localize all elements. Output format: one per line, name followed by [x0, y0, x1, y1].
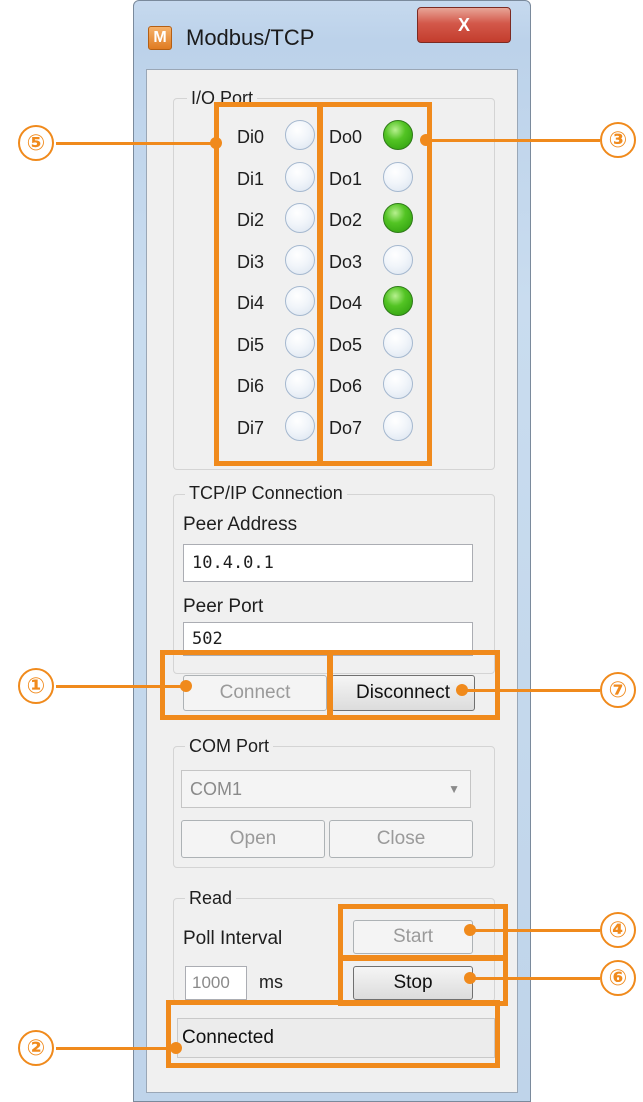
chevron-down-icon[interactable]: ▼: [448, 771, 460, 807]
com-port-selected: COM1: [190, 779, 243, 799]
callout-2: ②: [18, 1030, 54, 1066]
callout-6: ⑥: [600, 960, 636, 996]
peer-port-label: Peer Port: [183, 596, 264, 617]
callout-1-line: [56, 685, 186, 688]
callout-6-line: [470, 977, 600, 980]
highlight-do-column: [318, 102, 432, 466]
peer-address-label: Peer Address: [183, 514, 298, 535]
callout-5-line: [56, 142, 216, 145]
callout-4-line: [470, 929, 600, 932]
poll-interval-unit: ms: [259, 972, 283, 992]
callout-1-dot: [180, 680, 192, 692]
callout-5: ⑤: [18, 125, 54, 161]
callout-5-dot: [210, 137, 222, 149]
highlight-di-column: [214, 102, 322, 466]
highlight-stop: [338, 956, 508, 1006]
callout-7: ⑦: [600, 672, 636, 708]
tcpip-group-label: TCP/IP Connection: [185, 483, 347, 503]
poll-interval-label: Poll Interval: [183, 928, 283, 949]
poll-interval-input[interactable]: 1000: [185, 966, 247, 1000]
callout-2-line: [56, 1047, 176, 1050]
highlight-status: [166, 1000, 500, 1068]
callout-4: ④: [600, 912, 636, 948]
app-icon: M: [148, 26, 172, 50]
callout-3-line: [424, 139, 600, 142]
close-window-button[interactable]: X: [417, 7, 511, 43]
highlight-start: [338, 904, 508, 960]
callout-3-dot: [420, 134, 432, 146]
callout-3: ③: [600, 122, 636, 158]
peer-address-input[interactable]: 10.4.0.1: [183, 544, 473, 582]
read-group-label: Read: [185, 888, 237, 908]
com-port-select[interactable]: COM1 ▼: [181, 770, 471, 808]
callout-6-dot: [464, 972, 476, 984]
window-title: Modbus/TCP: [186, 25, 315, 50]
title-bar[interactable]: M Modbus/TCP X: [134, 1, 530, 61]
com-close-button[interactable]: Close: [329, 820, 473, 858]
open-button[interactable]: Open: [181, 820, 325, 858]
com-port-group-label: COM Port: [185, 736, 274, 756]
callout-4-dot: [464, 924, 476, 936]
callout-7-line: [460, 689, 600, 692]
callout-1: ①: [18, 668, 54, 704]
callout-2-dot: [170, 1042, 182, 1054]
callout-7-dot: [456, 684, 468, 696]
highlight-disconnect: [328, 650, 500, 720]
